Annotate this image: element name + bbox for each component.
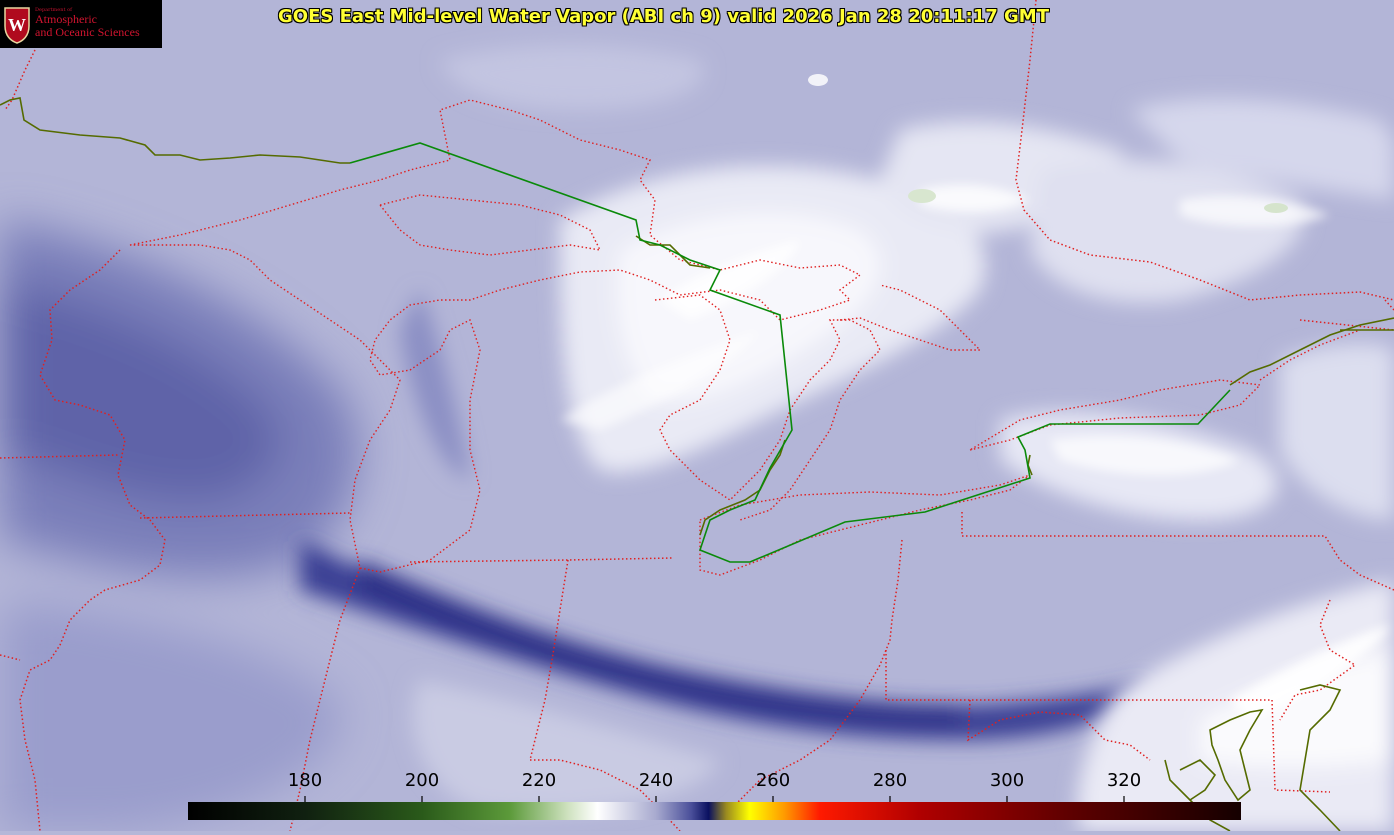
uw-crest-icon: W [3,4,31,44]
cold-cloud-top-1 [908,189,936,203]
map-title: GOES East Mid-level Water Vapor (ABI ch … [278,6,1049,28]
colorbar-tick-label: 320 [1107,770,1141,792]
cloud-spot [808,74,828,86]
colorbar-tick-label: 240 [639,770,673,792]
uw-aos-logo: W Department of Atmospheric and Oceanic … [0,0,162,48]
colorbar-tick-label: 180 [288,770,322,792]
colorbar-tick-label: 220 [522,770,556,792]
logo-line-2: and Oceanic Sciences [35,26,140,39]
colorbar-tick-label: 260 [756,770,790,792]
colorbar-tick-label: 280 [873,770,907,792]
map-canvas [0,0,1394,831]
cold-cloud-top-2 [1264,203,1288,213]
water-vapor-satellite-map: W Department of Atmospheric and Oceanic … [0,0,1394,831]
colorbar-tick-label: 300 [990,770,1024,792]
colorbar-gradient [188,802,1241,820]
crest-letter: W [8,15,26,35]
colorbar-tick-label: 200 [405,770,439,792]
